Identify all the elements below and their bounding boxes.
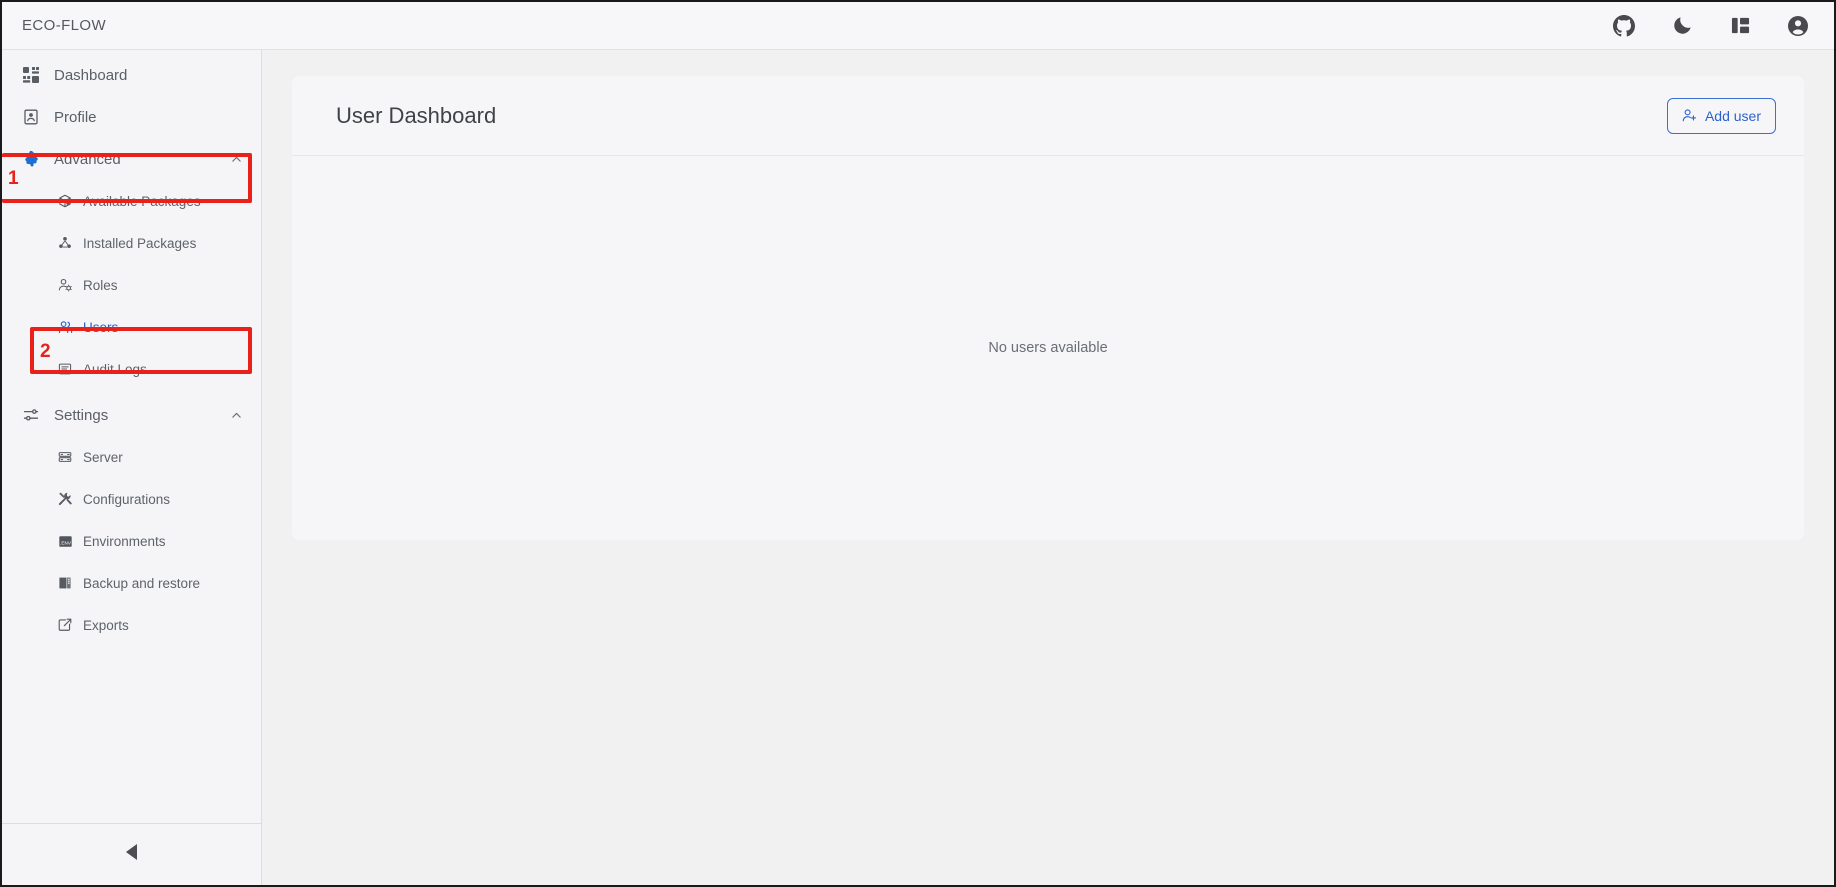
user-cog-icon bbox=[56, 277, 74, 294]
sidebar-subitem-label: Exports bbox=[83, 617, 129, 633]
sidebar-subitem-label: Configurations bbox=[83, 491, 171, 507]
empty-state-message: No users available bbox=[988, 339, 1108, 356]
dashboard-icon bbox=[20, 65, 42, 85]
sidebar-subitem-label: Users bbox=[83, 319, 119, 335]
package-search-icon bbox=[56, 193, 74, 210]
sidebar-item-label: Advanced bbox=[54, 150, 121, 168]
sidebar-subitem-users[interactable]: Users bbox=[2, 306, 261, 348]
collapse-left-icon bbox=[124, 843, 139, 866]
sidebar-subitem-label: Installed Packages bbox=[83, 235, 197, 251]
dark-mode-icon[interactable] bbox=[1668, 12, 1696, 40]
env-file-icon: .ENV bbox=[56, 533, 74, 550]
sidebar-collapse-button[interactable] bbox=[2, 823, 261, 885]
sidebar: Dashboard Profile Advanced Available Pac… bbox=[2, 50, 262, 885]
sidebar-nav: Dashboard Profile Advanced Available Pac… bbox=[2, 50, 261, 646]
sidebar-subitem-label: Server bbox=[83, 449, 123, 465]
app-brand-title: ECO-FLOW bbox=[22, 17, 107, 34]
main-content: User Dashboard Add user No users availab… bbox=[262, 50, 1834, 885]
sidebar-subitem-server[interactable]: Server bbox=[2, 436, 261, 478]
chevron-up-icon[interactable] bbox=[230, 153, 243, 166]
sidebar-subitem-configurations[interactable]: Configurations bbox=[2, 478, 261, 520]
topbar-icon-group bbox=[1610, 12, 1812, 40]
puzzle-icon bbox=[20, 149, 42, 169]
export-icon bbox=[56, 617, 74, 634]
user-plus-icon bbox=[1682, 108, 1697, 123]
log-icon bbox=[56, 361, 74, 378]
page-title: User Dashboard bbox=[336, 102, 497, 128]
sidebar-subitem-roles[interactable]: Roles bbox=[2, 264, 261, 306]
sliders-icon bbox=[20, 405, 42, 425]
github-icon[interactable] bbox=[1610, 12, 1638, 40]
tools-icon bbox=[56, 491, 74, 508]
card-header: User Dashboard Add user bbox=[292, 76, 1804, 156]
profile-icon bbox=[20, 107, 42, 127]
sidebar-subitem-label: Audit Logs bbox=[83, 361, 147, 377]
add-user-label: Add user bbox=[1704, 107, 1761, 124]
server-icon bbox=[56, 449, 74, 466]
sidebar-subitem-exports[interactable]: Exports bbox=[2, 604, 261, 646]
card-body: No users available bbox=[292, 156, 1804, 539]
sidebar-subitem-available-packages[interactable]: Available Packages bbox=[2, 180, 261, 222]
sidebar-item-advanced[interactable]: Advanced bbox=[2, 138, 261, 180]
sidebar-item-label: Settings bbox=[54, 406, 109, 424]
sidebar-item-profile[interactable]: Profile bbox=[2, 96, 261, 138]
sidebar-subitem-label: Available Packages bbox=[83, 193, 201, 209]
sidebar-item-dashboard[interactable]: Dashboard bbox=[2, 54, 261, 96]
top-bar: ECO-FLOW bbox=[2, 2, 1834, 50]
archive-icon bbox=[56, 575, 74, 592]
sidebar-subitem-label: Roles bbox=[83, 277, 118, 293]
sidebar-subitem-audit-logs[interactable]: Audit Logs bbox=[2, 348, 261, 390]
app-window: ECO-FLOW Dashboard Profile Advanced Avai… bbox=[0, 0, 1836, 887]
sidebar-subitem-label: Environments bbox=[83, 533, 166, 549]
sidebar-subitem-environments[interactable]: .ENV Environments bbox=[2, 520, 261, 562]
sidebar-subitem-label: Backup and restore bbox=[83, 575, 201, 591]
sidebar-item-settings[interactable]: Settings bbox=[2, 394, 261, 436]
layout-icon[interactable] bbox=[1726, 12, 1754, 40]
users-icon bbox=[56, 319, 74, 336]
chevron-up-icon[interactable] bbox=[230, 409, 243, 422]
sidebar-item-label: Profile bbox=[54, 108, 97, 126]
packages-icon bbox=[56, 235, 74, 252]
sidebar-subitem-installed-packages[interactable]: Installed Packages bbox=[2, 222, 261, 264]
sidebar-item-label: Dashboard bbox=[54, 66, 128, 84]
user-dashboard-card: User Dashboard Add user No users availab… bbox=[292, 76, 1804, 540]
sidebar-subitem-backup-and-restore[interactable]: Backup and restore bbox=[2, 562, 261, 604]
add-user-button[interactable]: Add user bbox=[1666, 97, 1776, 134]
account-icon[interactable] bbox=[1784, 12, 1812, 40]
svg-text:.ENV: .ENV bbox=[60, 540, 72, 545]
